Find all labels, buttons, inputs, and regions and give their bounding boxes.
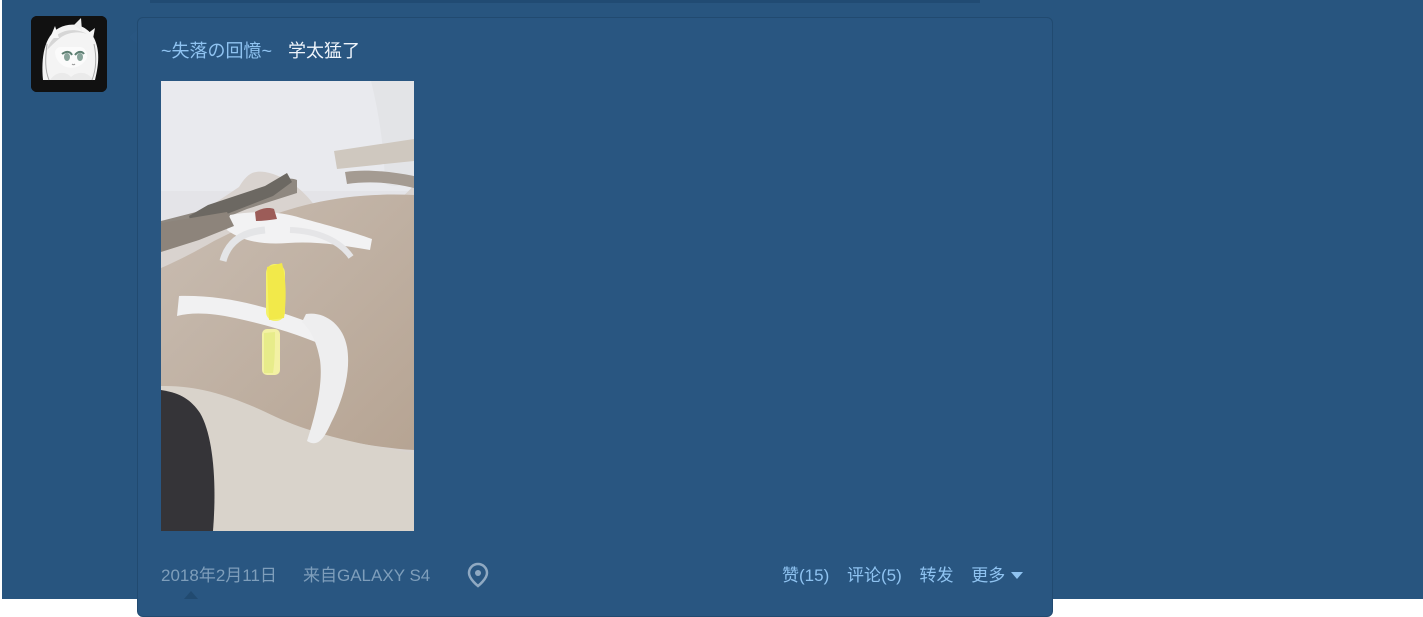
post-date: 2018年2月11日	[161, 566, 277, 585]
photo-image	[161, 81, 414, 531]
post-actions: 赞(15) 评论(5) 转发 更多	[782, 564, 1024, 588]
chevron-down-icon	[1011, 572, 1024, 580]
like-button[interactable]: 赞(15)	[782, 564, 829, 588]
post-header: ~失落の回憶~ 学太猛了	[161, 38, 360, 64]
avatar-image	[31, 16, 107, 92]
more-button[interactable]: 更多	[971, 564, 1024, 588]
location-pin-icon[interactable]	[467, 562, 489, 588]
author-name-link[interactable]: ~失落の回憶~	[161, 41, 272, 61]
top-divider	[150, 0, 980, 3]
comment-box-notch	[184, 591, 198, 599]
comment-button[interactable]: 评论(5)	[847, 564, 902, 588]
avatar[interactable]	[31, 16, 107, 92]
post-photo[interactable]	[161, 81, 414, 531]
more-label: 更多	[971, 566, 1006, 585]
post-source: 来自GALAXY S4	[303, 566, 431, 585]
repost-button[interactable]: 转发	[919, 564, 953, 588]
post-text: 学太猛了	[288, 41, 361, 61]
